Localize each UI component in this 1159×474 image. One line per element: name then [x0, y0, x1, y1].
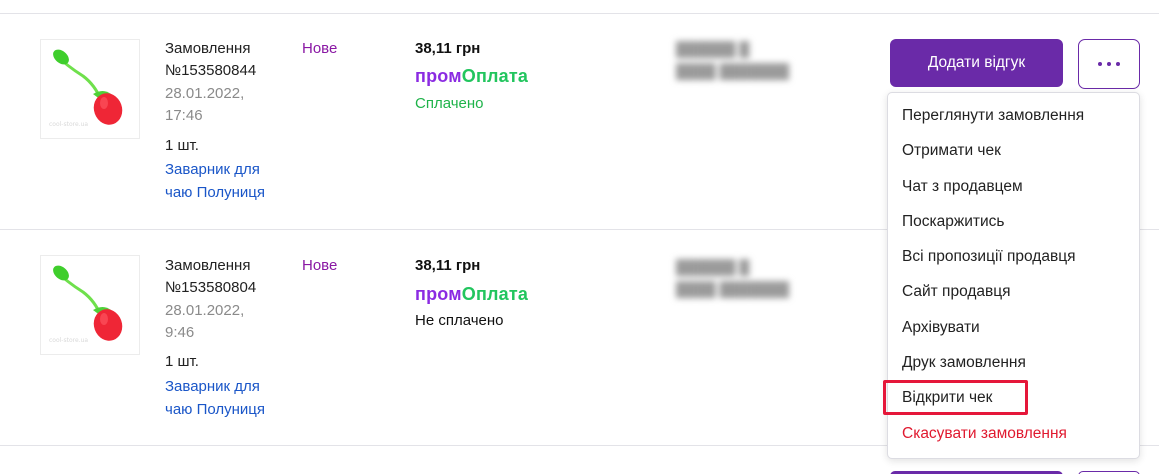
blurred-seller-phone: ████ ███████: [676, 63, 789, 79]
menu-item-seller-site[interactable]: Сайт продавця: [902, 282, 1011, 302]
order-actions-dropdown: Переглянути замовлення Отримати чек Чат …: [887, 92, 1140, 459]
order-title-label: Замовлення: [165, 40, 251, 57]
order-price: 38,11 грн: [415, 257, 481, 274]
product-link-line2[interactable]: чаю Полуниця: [165, 398, 295, 421]
order-quantity: 1 шт.: [165, 353, 199, 370]
menu-item-complain[interactable]: Поскаржитись: [902, 212, 1004, 232]
payment-state: Не сплачено: [415, 312, 504, 329]
payment-state: Сплачено: [415, 95, 484, 112]
svg-text:cool-store.ua: cool-store.ua: [49, 337, 88, 344]
product-link[interactable]: Заварник для чаю Полуниця: [165, 158, 295, 204]
product-link[interactable]: Заварник для чаю Полуниця: [165, 375, 295, 421]
svg-text:cool-store.ua: cool-store.ua: [49, 121, 88, 128]
order-number: №153580844: [165, 62, 257, 79]
prom-logo-part2: Оплата: [461, 284, 529, 304]
menu-item-chat-seller[interactable]: Чат з продавцем: [902, 177, 1023, 197]
add-review-button[interactable]: Додати відгук: [890, 39, 1063, 87]
more-dots-icon: [1116, 62, 1120, 66]
product-thumbnail[interactable]: cool-store.ua: [40, 255, 140, 355]
order-date-time: 9:46: [165, 324, 195, 341]
blurred-seller-phone: ████ ███████: [676, 281, 789, 297]
menu-item-view-order[interactable]: Переглянути замовлення: [902, 106, 1084, 126]
prom-logo-part2: Оплата: [461, 66, 529, 86]
menu-item-seller-offers[interactable]: Всі пропозиції продавця: [902, 247, 1075, 267]
menu-item-cancel-order[interactable]: Скасувати замовлення: [902, 424, 1067, 444]
menu-item-print-order[interactable]: Друк замовлення: [902, 353, 1026, 373]
menu-item-open-receipt[interactable]: Відкрити чек: [902, 388, 992, 408]
product-link-line1[interactable]: Заварник для: [165, 158, 295, 181]
blurred-seller-name: ██████ █: [676, 259, 750, 275]
menu-item-archive[interactable]: Архівувати: [902, 318, 980, 338]
order-quantity: 1 шт.: [165, 137, 199, 154]
order-date-day: 28.01.2022,: [165, 302, 245, 319]
strawberry-tea-infuser-image: cool-store.ua: [49, 265, 123, 344]
prom-logo-part1: пром: [415, 284, 462, 304]
order-status: Нове: [302, 40, 338, 57]
order-price: 38,11 грн: [415, 40, 481, 57]
order-date-time: 17:46: [165, 107, 203, 124]
blurred-seller-info: ██████ █ ████ ███████: [676, 38, 806, 82]
more-actions-button[interactable]: [1078, 39, 1140, 89]
product-link-line2[interactable]: чаю Полуниця: [165, 181, 295, 204]
prom-logo-part1: пром: [415, 66, 462, 86]
order-date: 28.01.2022, 9:46: [165, 300, 244, 344]
strawberry-tea-infuser-image: cool-store.ua: [49, 49, 123, 128]
blurred-seller-name: ██████ █: [676, 41, 750, 57]
prom-payment-logo: промОплата: [415, 283, 528, 305]
order-date-day: 28.01.2022,: [165, 85, 245, 102]
more-dots-icon: [1107, 62, 1111, 66]
order-status: Нове: [302, 257, 338, 274]
more-dots-icon: [1098, 62, 1102, 66]
order-date: 28.01.2022, 17:46: [165, 83, 244, 127]
product-link-line1[interactable]: Заварник для: [165, 375, 295, 398]
product-thumbnail[interactable]: cool-store.ua: [40, 39, 140, 139]
order-title-label: Замовлення: [165, 257, 251, 274]
prom-payment-logo: промОплата: [415, 65, 528, 87]
order-number: №153580804: [165, 279, 257, 296]
order-title: Замовлення №153580844: [165, 38, 256, 82]
menu-item-get-receipt[interactable]: Отримати чек: [902, 141, 1001, 161]
order-title: Замовлення №153580804: [165, 255, 256, 299]
blurred-seller-info: ██████ █ ████ ███████: [676, 256, 806, 300]
